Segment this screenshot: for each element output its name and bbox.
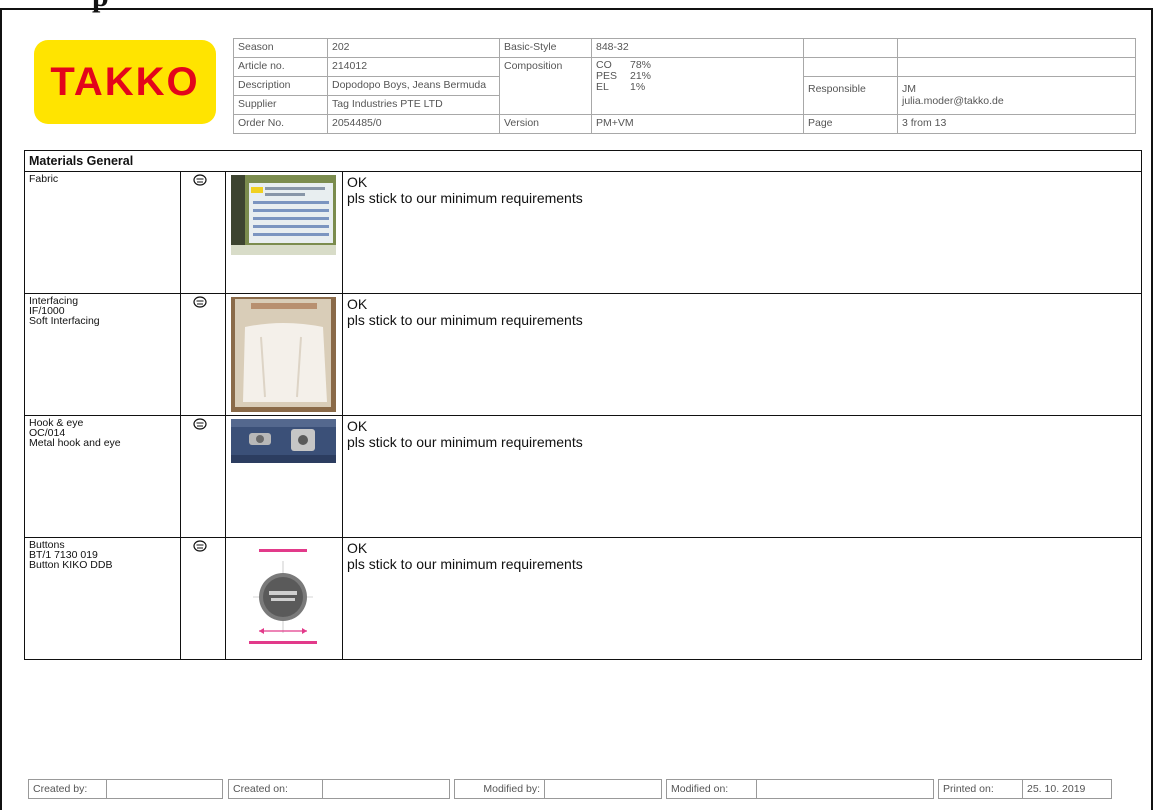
status-text: OK (347, 174, 368, 190)
page-label: Page (803, 114, 898, 134)
material-row: Interfacing IF/1000 Soft Interfacing OK … (25, 294, 1141, 416)
fiber-pct: 1% (630, 81, 646, 93)
rating-cell (181, 416, 226, 537)
comment-cell: OK pls stick to our minimum requirements (343, 294, 1141, 415)
modified-on-value (757, 780, 765, 798)
version-label: Version (499, 114, 592, 134)
material-row: Buttons BT/1 7130 019 Button KIKO DDB OK… (25, 538, 1141, 659)
photo-cell (226, 294, 343, 415)
responsible-email: julia.moder@takko.de (902, 95, 1004, 107)
created-on-label: Created on: (229, 780, 323, 798)
material-row: Hook & eye OC/014 Metal hook and eye OK … (25, 416, 1141, 538)
status-text: OK (347, 418, 368, 434)
comment-text: pls stick to our minimum requirements (347, 556, 583, 572)
material-name: Fabric (29, 173, 59, 185)
created-by-box: Created by: (28, 779, 223, 799)
created-by-value (107, 780, 115, 798)
fiber: EL (596, 81, 609, 93)
order-value: 2054485/0 (327, 114, 500, 134)
logo-text: TAKKO (50, 59, 200, 104)
version-value: PM+VM (591, 114, 804, 134)
comment-cell: OK pls stick to our minimum requirements (343, 416, 1141, 537)
modified-by-label: Modified by: (455, 780, 545, 798)
comment-text: pls stick to our minimum requirements (347, 190, 583, 206)
photo-cell (226, 416, 343, 537)
material-desc: Metal hook and eye (29, 437, 121, 449)
status-text: OK (347, 296, 368, 312)
hook-eye-photo (231, 419, 336, 463)
composition-label: Composition (499, 57, 592, 115)
rating-cell (181, 538, 226, 659)
composition-value: CO 78% PES 21% EL 1% (591, 57, 804, 115)
comment-cell: OK pls stick to our minimum requirements (343, 538, 1141, 659)
rating-cell (181, 172, 226, 293)
page-value: 3 from 13 (897, 114, 1136, 134)
rating-cell (181, 294, 226, 415)
fabric-label-photo (231, 175, 336, 255)
header-table: Season 202 Basic-Style 848-32 Article no… (233, 38, 1136, 134)
material-info: Fabric (25, 172, 181, 293)
empty-cell (897, 57, 1136, 77)
neutral-face-icon (193, 418, 207, 430)
material-desc: Soft Interfacing (29, 315, 100, 327)
responsible-value: JM julia.moder@takko.de (897, 76, 1136, 115)
comment-text: pls stick to our minimum requirements (347, 434, 583, 450)
modified-on-box: Modified on: (666, 779, 934, 799)
responsible-label: Responsible (803, 76, 898, 115)
season-value: 202 (327, 38, 500, 58)
neutral-face-icon (193, 540, 207, 552)
empty-cell (803, 38, 898, 58)
material-info: Buttons BT/1 7130 019 Button KIKO DDB (25, 538, 181, 659)
created-on-box: Created on: (228, 779, 450, 799)
comment-cell: OK pls stick to our minimum requirements (343, 172, 1141, 293)
basic-style-label: Basic-Style (499, 38, 592, 58)
material-desc: Button KIKO DDB (29, 559, 113, 571)
interfacing-photo (231, 297, 336, 412)
empty-cell (803, 57, 898, 77)
materials-table: Materials General Fabric OK pls stick to… (24, 150, 1142, 660)
modified-by-value (545, 780, 553, 798)
order-label: Order No. (233, 114, 328, 134)
empty-cell (897, 38, 1136, 58)
supplier-value: Tag Industries PTE LTD (327, 95, 500, 115)
photo-cell (226, 172, 343, 293)
created-by-label: Created by: (29, 780, 107, 798)
modified-by-box: Modified by: (454, 779, 662, 799)
neutral-face-icon (193, 174, 207, 186)
printed-on-value: 25. 10. 2019 (1027, 783, 1086, 795)
description-label: Description (233, 76, 328, 96)
takko-logo: TAKKO (34, 40, 216, 124)
photo-cell (226, 538, 343, 659)
material-info: Interfacing IF/1000 Soft Interfacing (25, 294, 181, 415)
material-row: Fabric OK pls stick to our minimum requi… (25, 172, 1141, 294)
button-sketch (231, 541, 336, 653)
printed-on-label: Printed on: (939, 780, 1023, 798)
created-on-value (323, 780, 331, 798)
modified-on-label: Modified on: (667, 780, 757, 798)
article-value: 214012 (327, 57, 500, 77)
material-info: Hook & eye OC/014 Metal hook and eye (25, 416, 181, 537)
materials-title: Materials General (25, 151, 1141, 172)
basic-style-value: 848-32 (591, 38, 804, 58)
season-label: Season (233, 38, 328, 58)
description-value: Dopodopo Boys, Jeans Bermuda (327, 76, 500, 96)
status-text: OK (347, 540, 368, 556)
responsible-initials: JM (902, 83, 916, 95)
article-label: Article no. (233, 57, 328, 77)
comment-text: pls stick to our minimum requirements (347, 312, 583, 328)
supplier-label: Supplier (233, 95, 328, 115)
printed-on-box: Printed on: 25. 10. 2019 (938, 779, 1112, 799)
neutral-face-icon (193, 296, 207, 308)
